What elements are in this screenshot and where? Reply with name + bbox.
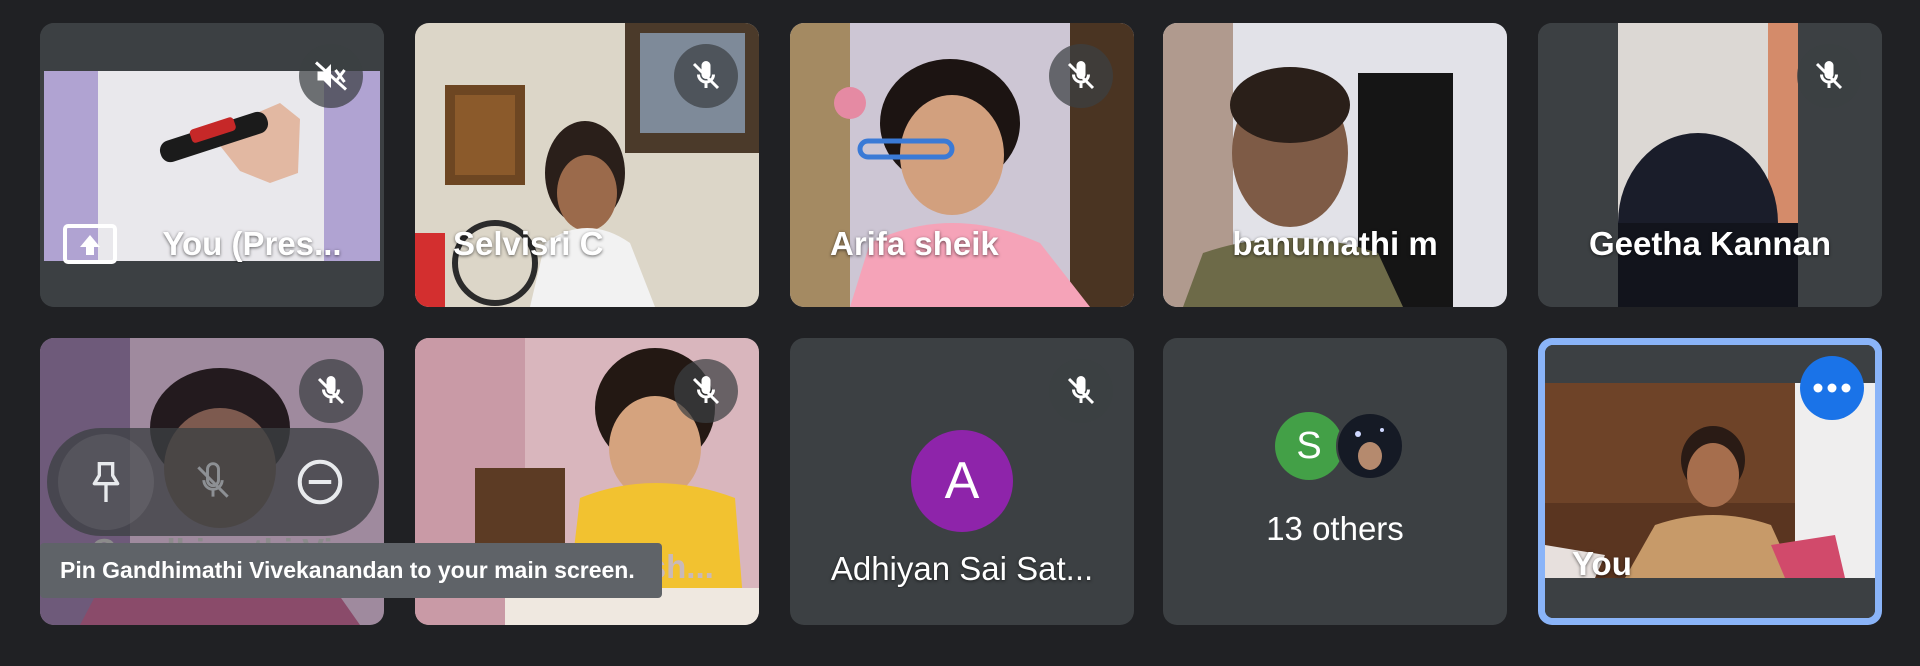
avatar: S [1275, 412, 1343, 480]
tile-hover-controls [47, 428, 379, 536]
avatar: A [911, 430, 1013, 532]
mic-off-icon [674, 359, 738, 423]
remove-icon [297, 459, 342, 505]
participant-tile[interactable]: Arifa sheik [790, 23, 1134, 307]
participant-tile-presenting[interactable]: You (Pres... [40, 23, 384, 307]
participant-name: Adhiyan Sai Sat... [830, 550, 1094, 587]
mic-off-icon [1797, 44, 1861, 108]
more-options-button[interactable] [1800, 356, 1864, 420]
pin-tooltip: Pin Gandhimathi Vivekanandan to your mai… [40, 543, 662, 598]
participant-name: Arifa sheik [830, 225, 999, 262]
participant-video [1163, 23, 1507, 307]
mic-off-icon [674, 44, 738, 108]
mute-participant-button[interactable] [165, 434, 261, 530]
pin-button[interactable] [58, 434, 155, 530]
mic-off-icon [197, 462, 229, 498]
self-tile[interactable]: You [1538, 338, 1882, 625]
others-tile[interactable]: S 13 others [1163, 338, 1507, 625]
speaker-muted-icon [299, 44, 363, 108]
participant-tile[interactable]: Geetha Kannan [1538, 23, 1882, 307]
presentation-icon [62, 223, 118, 274]
others-count: 13 others [1266, 510, 1404, 547]
participant-name: You [1572, 545, 1632, 582]
avatar-photo [1336, 412, 1404, 480]
participant-name: Selvisri C [453, 225, 604, 262]
participant-tile[interactable]: A Adhiyan Sai Sat... [790, 338, 1134, 625]
participant-name: banumathi m [1232, 225, 1438, 262]
participant-name: Geetha Kannan [1588, 225, 1832, 262]
mic-off-icon [299, 359, 363, 423]
pin-icon [92, 462, 120, 502]
participant-tile[interactable]: banumathi m [1163, 23, 1507, 307]
participant-name: You (Pres... [162, 225, 342, 262]
participant-tile[interactable]: Selvisri C [415, 23, 759, 307]
remove-participant-button[interactable] [272, 434, 368, 530]
more-horizontal-icon [1813, 383, 1851, 393]
mic-off-icon [1049, 359, 1113, 423]
mic-off-icon [1049, 44, 1113, 108]
